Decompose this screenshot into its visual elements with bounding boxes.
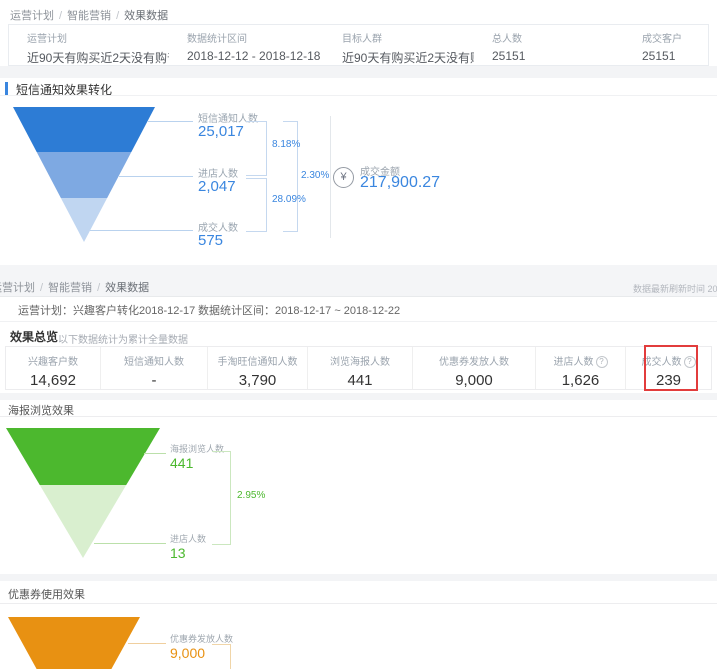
- connector-line: [94, 543, 166, 544]
- conversion-bracket-overall: [283, 121, 298, 232]
- breadcrumb: 运营计划 / 智能营销 / 效果数据: [10, 7, 168, 23]
- overview-stats-table: 兴趣客户数 14,692 短信通知人数 - 手淘旺信通知人数 3,790 浏览海…: [5, 346, 712, 390]
- breadcrumb-item-plan[interactable]: 运营计划: [10, 10, 54, 22]
- help-icon[interactable]: ?: [596, 356, 608, 368]
- breadcrumb-item-marketing[interactable]: 智能营销: [48, 282, 92, 294]
- breadcrumb-item-marketing[interactable]: 智能营销: [67, 10, 111, 22]
- conversion-rate-overall: 2.95%: [237, 490, 265, 501]
- title-accent-bar: [5, 82, 8, 95]
- divider: [0, 416, 717, 417]
- stat-label: 手淘旺信通知人数: [208, 353, 307, 368]
- stat-sms-notified: 短信通知人数 -: [101, 347, 208, 389]
- breadcrumb-item-plan[interactable]: 运营计划: [0, 282, 35, 294]
- stat-app-notified: 手淘旺信通知人数 3,790: [208, 347, 308, 389]
- poster-funnel-chart: [6, 428, 160, 558]
- stat-label: 短信通知人数: [101, 353, 207, 368]
- plan-info-table: 运营计划 近90天有购买近2天没有购普通 数据统计区间 2018-12-12 -…: [8, 24, 709, 66]
- conversion-rate-2-3: 28.09%: [272, 194, 306, 205]
- plan-name-text: 运营计划：兴趣客户转化2018-12-17: [18, 302, 195, 318]
- connector-line: [148, 121, 193, 122]
- info-value: 25151: [492, 49, 624, 63]
- stage-value: 13: [170, 545, 186, 561]
- stat-interest-customers: 兴趣客户数 14,692: [6, 347, 101, 389]
- overview-title: 效果总览: [10, 328, 58, 345]
- info-value: 近90天有购买近2天没有购普通: [27, 49, 169, 65]
- section-divider: [0, 66, 717, 78]
- info-label: 数据统计区间: [187, 30, 324, 45]
- stat-label: 优惠券发放人数: [413, 353, 535, 368]
- info-label: 成交客户: [642, 30, 708, 45]
- info-cell-deal-customers: 成交客户 25151: [624, 25, 708, 65]
- connector-line: [90, 230, 193, 231]
- data-refresh-timestamp: 数据最新刷新时间 2018-12: [633, 282, 717, 295]
- effect-data-page: 运营计划 / 智能营销 / 效果数据 运营计划 近90天有购买近2天没有购普通 数据统计…: [0, 0, 717, 669]
- info-value: 2018-12-12 - 2018-12-18: [187, 49, 324, 63]
- stat-label: 进店人数?: [536, 353, 625, 368]
- funnel-segment-notified: [13, 107, 155, 152]
- stat-value: -: [101, 372, 207, 389]
- overview-note: 以下数据统计为累计全量数据: [58, 331, 188, 346]
- stage-value: 575: [198, 232, 223, 249]
- stage-value: 441: [170, 455, 193, 471]
- funnel-segment-converted: [13, 198, 155, 242]
- divider: [0, 321, 717, 322]
- breadcrumb-separator: /: [97, 282, 100, 294]
- info-cell-date-range: 数据统计区间 2018-12-12 - 2018-12-18: [169, 25, 324, 65]
- conversion-rate-overall: 2.30%: [301, 170, 329, 181]
- stat-value: 3,790: [208, 372, 307, 389]
- stat-value: 9,000: [413, 372, 535, 389]
- stat-value: 1,626: [536, 372, 625, 389]
- stat-value: 14,692: [6, 372, 100, 389]
- funnel-segment-visited: [6, 485, 160, 558]
- stage-value: 25,017: [198, 123, 244, 140]
- conversion-bracket: [212, 644, 231, 669]
- funnel-segment-visited: [13, 152, 155, 198]
- stat-value: 441: [308, 372, 412, 389]
- stat-label: 浏览海报人数: [308, 353, 412, 368]
- stat-store-visitors: 进店人数? 1,626: [536, 347, 626, 389]
- section-divider: [0, 574, 717, 581]
- connector-line: [144, 453, 166, 454]
- stage-label: 进店人数: [170, 532, 206, 545]
- info-cell-plan: 运营计划 近90天有购买近2天没有购普通: [9, 25, 169, 65]
- stat-label: 兴趣客户数: [6, 353, 100, 368]
- currency-yen-icon: ¥: [333, 167, 354, 188]
- breadcrumb: 运营计划 / 智能营销 / 效果数据: [0, 279, 149, 295]
- stage-value: 9,000: [170, 645, 205, 661]
- stat-poster-viewers: 浏览海报人数 441: [308, 347, 413, 389]
- stat-coupons-issued: 优惠券发放人数 9,000: [413, 347, 536, 389]
- info-value: 25151: [642, 49, 708, 63]
- info-label: 总人数: [492, 30, 624, 45]
- breadcrumb-separator: /: [116, 10, 119, 22]
- info-label: 运营计划: [27, 30, 169, 45]
- breadcrumb-item-current: 效果数据: [105, 282, 149, 294]
- connector-line: [128, 643, 166, 644]
- breadcrumb-item-current: 效果数据: [124, 10, 168, 22]
- info-cell-audience: 目标人群 近90天有购买近2天没有购普通客户: [324, 25, 474, 65]
- info-label: 目标人群: [342, 30, 474, 45]
- coupon-funnel-chart: [8, 617, 140, 669]
- stage-value: 2,047: [198, 178, 236, 195]
- conversion-bracket: [246, 121, 267, 176]
- section-divider: [0, 393, 717, 400]
- connector-line: [119, 176, 193, 177]
- divider: [0, 603, 717, 604]
- breadcrumb-separator: /: [40, 282, 43, 294]
- coupon-section-title: 优惠券使用效果: [8, 586, 85, 602]
- vertical-divider: [330, 116, 331, 238]
- conversion-bracket: [246, 178, 267, 232]
- conversion-rate-1-2: 8.18%: [272, 139, 300, 150]
- plan-date-range-text: 数据统计区间：2018-12-17 ~ 2018-12-22: [198, 302, 400, 318]
- funnel-segment-viewed: [6, 428, 160, 485]
- info-cell-total: 总人数 25151: [474, 25, 624, 65]
- highlight-red-box: [644, 345, 698, 391]
- divider: [0, 95, 717, 96]
- info-value: 近90天有购买近2天没有购普通客户: [342, 49, 474, 65]
- sms-conversion-funnel-chart: [13, 107, 155, 242]
- breadcrumb-separator: /: [59, 10, 62, 22]
- conversion-bracket: [212, 451, 231, 545]
- deal-amount-value: 217,900.27: [360, 174, 440, 192]
